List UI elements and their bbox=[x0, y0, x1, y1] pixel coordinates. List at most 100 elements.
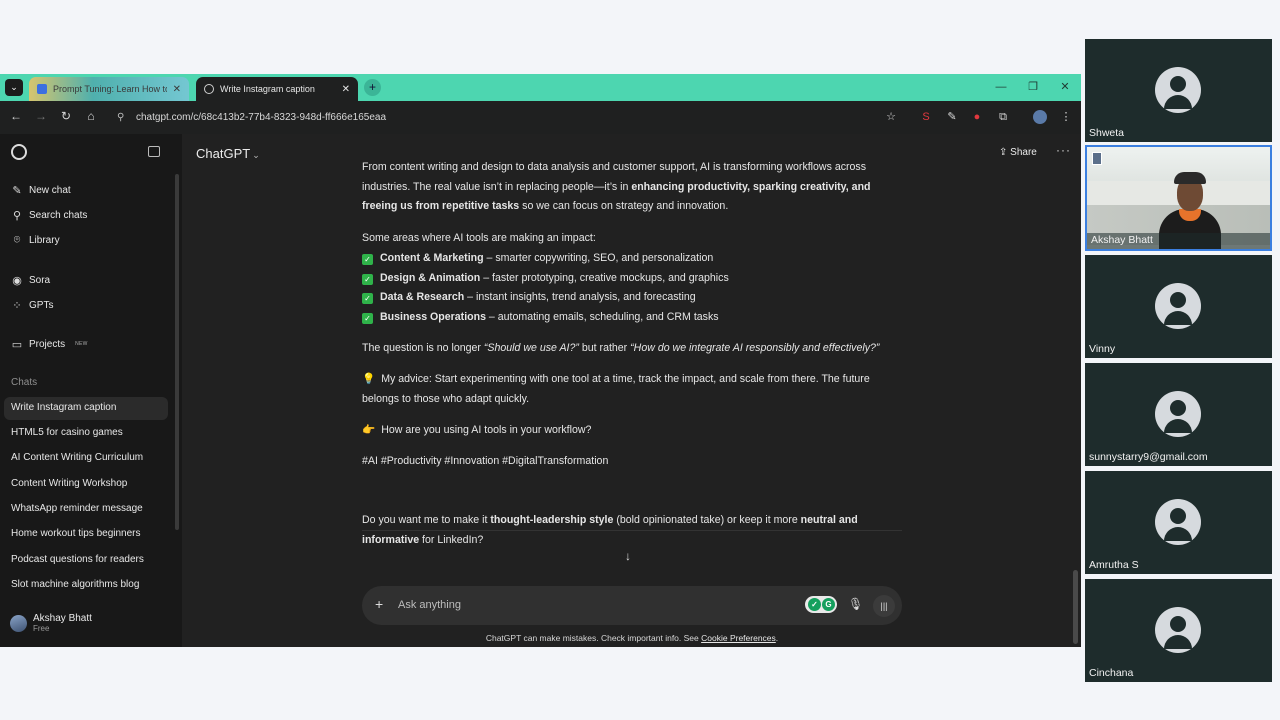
scroll-down-icon[interactable]: ↓ bbox=[625, 549, 631, 563]
avatar-placeholder-icon bbox=[1155, 499, 1201, 545]
browser-window: ⌄ Prompt Tuning: Learn How to I ✕ Write … bbox=[0, 74, 1081, 647]
sidebar-item-label: Search chats bbox=[29, 209, 88, 221]
text: (bold opinionated take) or keep it more bbox=[613, 514, 801, 526]
chat-item-content-writing-workshop[interactable]: Content Writing Workshop bbox=[11, 478, 127, 489]
tab-prompt-tuning[interactable]: Prompt Tuning: Learn How to I ✕ bbox=[29, 77, 189, 101]
profile-avatar-icon[interactable] bbox=[1033, 110, 1047, 124]
model-selector[interactable]: ChatGPT ⌄ bbox=[196, 146, 260, 161]
user-plan: Free bbox=[33, 624, 50, 633]
user-profile[interactable]: Akshay Bhatt Free bbox=[10, 613, 92, 633]
participant-name: Cinchana bbox=[1089, 667, 1134, 679]
new-tab-button[interactable]: + bbox=[364, 79, 381, 96]
participant-tile-shweta[interactable]: Shweta bbox=[1085, 39, 1272, 142]
share-icon: ⇪ bbox=[999, 147, 1011, 158]
areas-intro: Some areas where AI tools are making an … bbox=[362, 232, 596, 244]
minimize-button[interactable]: — bbox=[985, 74, 1017, 101]
check-icon: ✓ bbox=[362, 293, 373, 304]
main-scrollbar[interactable] bbox=[1073, 570, 1078, 644]
grammarly-icon[interactable]: ✓ G bbox=[805, 596, 837, 613]
sidebar-item-projects[interactable]: ▭ Projects NEW bbox=[11, 336, 88, 352]
chat-item-write-instagram-caption[interactable]: Write Instagram caption bbox=[11, 402, 116, 413]
participant-tile-cinchana[interactable]: Cinchana bbox=[1085, 579, 1272, 682]
chat-item-podcast-questions[interactable]: Podcast questions for readers bbox=[11, 554, 144, 565]
message-question-line: The question is no longer “Should we use… bbox=[362, 339, 907, 359]
more-options-icon[interactable]: ··· bbox=[1056, 143, 1071, 157]
text: . bbox=[775, 633, 779, 643]
microphone-icon[interactable]: 🎙 bbox=[848, 597, 863, 611]
text: Do you want me to make it bbox=[362, 514, 491, 526]
sidebar-item-label: GPTs bbox=[29, 299, 54, 311]
avatar bbox=[10, 614, 27, 632]
participant-tile-sunnystarry9[interactable]: sunnystarry9@gmail.com bbox=[1085, 363, 1272, 466]
model-name: ChatGPT bbox=[196, 146, 251, 161]
sidebar-item-sora[interactable]: ◉ Sora bbox=[11, 272, 50, 288]
chat-item-ai-content-curriculum[interactable]: AI Content Writing Curriculum bbox=[11, 452, 143, 463]
share-button[interactable]: ⇪ Share bbox=[999, 147, 1037, 158]
text: but rather bbox=[578, 342, 631, 354]
chat-item-whatsapp-reminder[interactable]: WhatsApp reminder message bbox=[11, 503, 143, 514]
sidebar-item-new-chat[interactable]: ✎ New chat bbox=[11, 182, 70, 198]
chatgpt-logo-icon[interactable] bbox=[11, 144, 27, 160]
area-desc: – faster prototyping, creative mockups, … bbox=[480, 272, 729, 284]
area-title: Content & Marketing bbox=[380, 252, 484, 264]
participant-name: Akshay Bhatt bbox=[1091, 234, 1153, 246]
text: The question is no longer bbox=[362, 342, 484, 354]
message-hashtags: #AI #Productivity #Innovation #DigitalTr… bbox=[362, 455, 609, 467]
url-text: chatgpt.com/c/68c413b2-77b4-8323-948d-ff… bbox=[136, 112, 387, 123]
extensions-puzzle-icon[interactable]: ⧉ bbox=[996, 110, 1010, 124]
chat-item-slot-machine[interactable]: Slot machine algorithms blog bbox=[11, 579, 139, 590]
video-poster bbox=[1092, 152, 1102, 165]
sidebar-item-library[interactable]: ⌾ Library bbox=[11, 232, 60, 248]
area-item: ✓ Business Operations – automating emails… bbox=[362, 308, 907, 328]
forward-icon[interactable]: → bbox=[33, 109, 49, 123]
tab-title: Write Instagram caption bbox=[220, 84, 315, 94]
chat-item-home-workout[interactable]: Home workout tips beginners bbox=[11, 528, 141, 539]
search-icon: ⚲ bbox=[12, 209, 22, 222]
avatar-placeholder-icon bbox=[1155, 391, 1201, 437]
tab-write-instagram-caption[interactable]: Write Instagram caption ✕ bbox=[196, 77, 358, 101]
text: for LinkedIn? bbox=[419, 533, 484, 546]
cookie-preferences-link[interactable]: Cookie Preferences bbox=[701, 633, 776, 643]
browser-menu-icon[interactable]: ⋮ bbox=[1059, 110, 1073, 124]
extension-s-icon[interactable]: S bbox=[919, 110, 933, 124]
plus-icon[interactable]: + bbox=[375, 596, 383, 612]
back-icon[interactable]: ← bbox=[8, 109, 24, 123]
close-window-button[interactable]: ✕ bbox=[1049, 74, 1081, 101]
sidebar-toggle-icon[interactable] bbox=[148, 146, 160, 157]
home-icon[interactable]: ⌂ bbox=[83, 109, 99, 123]
text: so we can focus on strategy and innovati… bbox=[519, 200, 729, 213]
restore-button[interactable]: ❐ bbox=[1017, 74, 1049, 101]
prompt-input[interactable] bbox=[398, 595, 778, 615]
chat-item-html5-casino[interactable]: HTML5 for casino games bbox=[11, 427, 123, 438]
sidebar-item-gpts[interactable]: ⁘ GPTs bbox=[11, 297, 53, 313]
bookmark-star-icon[interactable]: ☆ bbox=[884, 110, 898, 124]
area-desc: – smarter copywriting, SEO, and personal… bbox=[483, 252, 714, 264]
address-bar[interactable]: ⚲ chatgpt.com/c/68c413b2-77b4-8323-948d-… bbox=[107, 106, 907, 130]
participant-tile-vinny[interactable]: Vinny bbox=[1085, 255, 1272, 358]
docs-icon bbox=[37, 84, 47, 94]
site-info-icon[interactable]: ⚲ bbox=[117, 106, 124, 130]
tab-bar: ⌄ Prompt Tuning: Learn How to I ✕ Write … bbox=[0, 74, 1081, 101]
message-advice: 💡 My advice: Start experimenting with one… bbox=[362, 370, 907, 409]
sidebar-scrollbar[interactable] bbox=[175, 174, 179, 530]
sidebar-item-label: Sora bbox=[29, 274, 51, 286]
close-icon[interactable]: ✕ bbox=[342, 84, 350, 95]
chevron-down-icon: ⌄ bbox=[252, 150, 260, 160]
avatar-placeholder-icon bbox=[1155, 607, 1201, 653]
voice-mode-icon[interactable]: ||| bbox=[873, 595, 895, 617]
message-cta: 👉 How are you using AI tools in your work… bbox=[362, 421, 907, 441]
participant-tile-akshay-bhatt[interactable]: Akshay Bhatt bbox=[1085, 145, 1272, 251]
sidebar-item-search-chats[interactable]: ⚲ Search chats bbox=[11, 207, 87, 223]
extension-pen-icon[interactable]: ✎ bbox=[945, 110, 959, 124]
italic-text: “Should we use AI?” bbox=[483, 342, 579, 354]
tab-search-button[interactable]: ⌄ bbox=[5, 79, 23, 96]
close-icon[interactable]: ✕ bbox=[173, 84, 181, 95]
disclaimer: ChatGPT can make mistakes. Check importa… bbox=[362, 633, 902, 643]
check-icon: ✓ bbox=[362, 254, 373, 265]
sidebar-item-label: Library bbox=[29, 234, 60, 246]
participant-tile-amrutha-s[interactable]: Amrutha S bbox=[1085, 471, 1272, 574]
sora-icon: ◉ bbox=[12, 274, 22, 287]
extension-new-icon[interactable]: ● bbox=[970, 110, 984, 124]
reload-icon[interactable]: ↻ bbox=[58, 109, 74, 123]
edit-icon: ✎ bbox=[12, 184, 22, 197]
